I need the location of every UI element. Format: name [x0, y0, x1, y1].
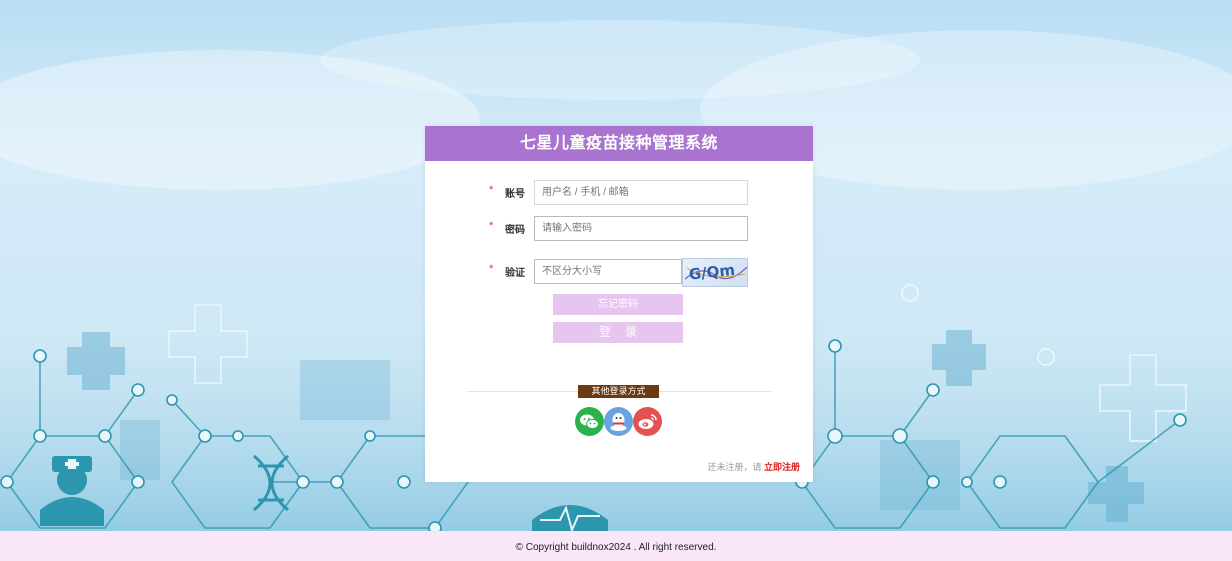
weibo-icon [638, 414, 657, 429]
qq-icon [610, 413, 627, 431]
login-button[interactable]: 登录 [553, 322, 683, 343]
register-prompt-text: 还未注册，请 [707, 462, 762, 472]
captcha-text: G/Qm [688, 261, 736, 284]
weibo-login-button[interactable] [633, 407, 662, 436]
forgot-password-button[interactable]: 忘记密码 [553, 294, 683, 315]
required-marker: * [489, 220, 494, 232]
app-title: 七星儿童疫苗接种管理系统 [425, 126, 813, 161]
account-label: 账号 [505, 189, 525, 200]
required-marker: * [489, 263, 494, 275]
account-input[interactable] [534, 180, 748, 205]
wechat-login-button[interactable] [575, 407, 604, 436]
captcha-input[interactable] [534, 259, 682, 284]
wechat-icon [580, 414, 599, 430]
register-prompt: 还未注册，请 立即注册 [707, 460, 800, 473]
login-card: 七星儿童疫苗接种管理系统 * 账号 * 密码 * 验证 G/Qm 忘记密码 登录… [425, 126, 813, 482]
footer-copyright: © Copyright buildnox2024 . All right res… [0, 531, 1232, 561]
account-row: * 账号 [425, 180, 813, 205]
captcha-row: * 验证 G/Qm [425, 258, 813, 287]
password-label: 密码 [505, 225, 525, 236]
captcha-label: 验证 [505, 268, 525, 279]
required-marker: * [489, 184, 494, 196]
password-input[interactable] [534, 216, 748, 241]
other-login-label: 其他登录方式 [578, 385, 659, 398]
password-row: * 密码 [425, 216, 813, 241]
captcha-image[interactable]: G/Qm [682, 258, 748, 287]
register-link[interactable]: 立即注册 [764, 462, 800, 472]
qq-login-button[interactable] [604, 407, 633, 436]
